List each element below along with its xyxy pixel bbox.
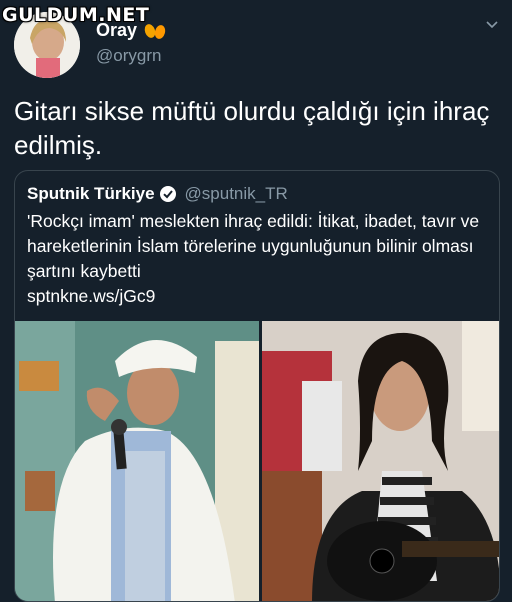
quoted-tweet-text: 'Rockçı imam' meslekten ihraç edildi: İt… (27, 211, 480, 281)
verified-badge-icon (159, 186, 176, 202)
quoted-author-handle: @sputnik_TR (184, 184, 288, 203)
author-handle[interactable]: @orygrn (96, 46, 161, 66)
guitarist-photo-illustration (262, 321, 499, 601)
imam-photo-illustration (15, 321, 259, 601)
photo-guitarist[interactable] (262, 321, 499, 601)
quoted-tweet[interactable]: Sputnik Türkiye @sputnik_TR 'Rockçı imam… (14, 170, 500, 602)
watermark-logo: GULDUM.NET (2, 4, 150, 26)
chevron-down-icon[interactable] (484, 16, 500, 32)
media-grid (15, 321, 499, 601)
photo-imam-singing[interactable] (15, 321, 259, 601)
quoted-tweet-header: Sputnik Türkiye @sputnik_TR (27, 183, 288, 205)
quoted-author-name: Sputnik Türkiye (27, 184, 155, 203)
tweet-text: Gitarı sikse müftü olurdu çaldığı için i… (14, 96, 490, 160)
quoted-tweet-link[interactable]: sptnkne.ws/jGc9 (27, 286, 155, 307)
